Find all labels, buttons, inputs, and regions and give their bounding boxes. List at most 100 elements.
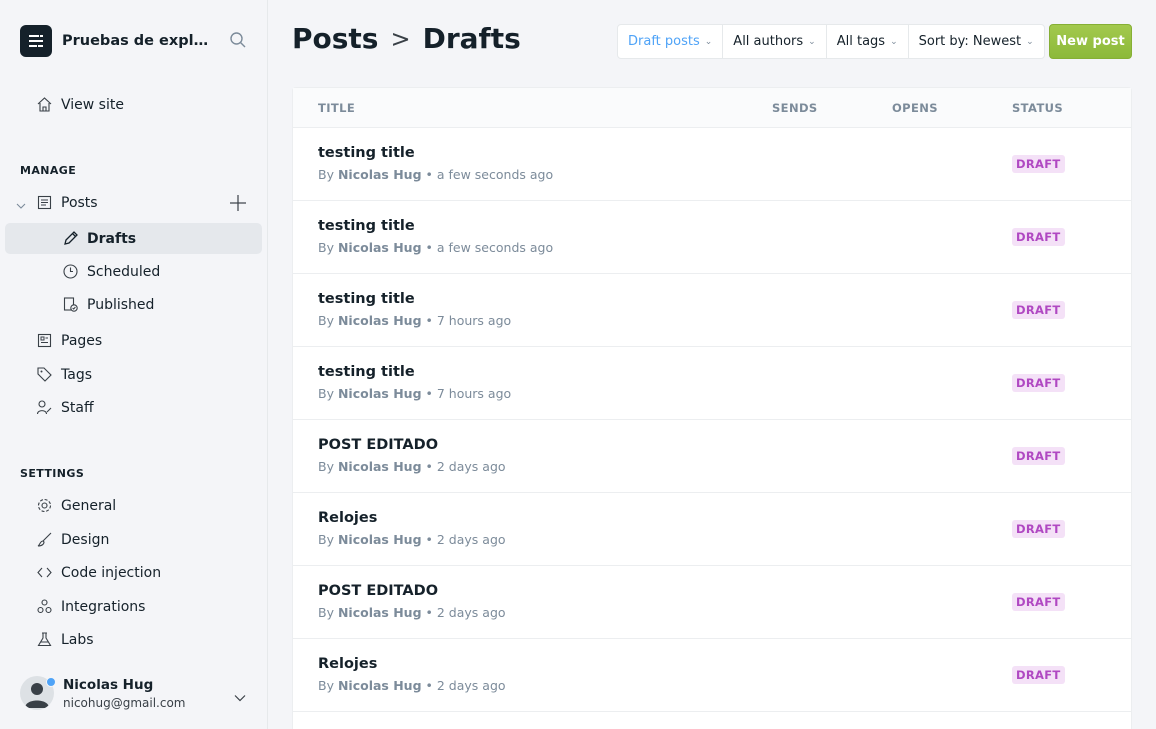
- post-time: • 2 days ago: [425, 459, 506, 474]
- post-author: Nicolas Hug: [337, 313, 422, 328]
- post-author: Nicolas Hug: [337, 532, 422, 547]
- plus-icon[interactable]: [228, 193, 248, 213]
- settings-section-label: SETTINGS: [20, 467, 85, 480]
- clock-icon: [62, 263, 79, 280]
- status-badge: DRAFT: [1012, 155, 1065, 173]
- post-meta: By Nicolas Hug • 7 hours ago: [318, 386, 511, 401]
- sidebar-item-label: Staff: [61, 399, 94, 416]
- post-meta: By Nicolas Hug • 7 hours ago: [318, 313, 511, 328]
- site-logo: [20, 25, 52, 57]
- sidebar-item-label: Posts: [61, 194, 98, 211]
- sort-filter[interactable]: Sort by: Newest ⌄: [909, 25, 1044, 58]
- manage-section-label: MANAGE: [20, 164, 77, 177]
- pencil-icon: [62, 230, 79, 247]
- post-meta: By Nicolas Hug • 2 days ago: [318, 678, 506, 693]
- sidebar-item-drafts[interactable]: Drafts: [5, 223, 262, 254]
- post-author: Nicolas Hug: [337, 167, 422, 182]
- code-icon: [36, 564, 53, 581]
- sidebar-item-labs[interactable]: Labs: [5, 624, 262, 655]
- sidebar-item-code-injection[interactable]: Code injection: [5, 557, 262, 588]
- post-title: POST EDITADO: [318, 583, 439, 599]
- table-row[interactable]: POST EDITADO By Nicolas Hug • 2 days ago…: [293, 420, 1131, 493]
- table-row[interactable]: Relojes By Nicolas Hug • 2 days ago DRAF…: [293, 493, 1131, 566]
- status-badge: DRAFT: [1012, 520, 1065, 538]
- meta-by: By: [318, 532, 334, 547]
- meta-by: By: [318, 167, 334, 182]
- chevron-down-icon: ⌄: [1026, 36, 1034, 47]
- breadcrumb-separator: >: [390, 24, 411, 53]
- sidebar-item-tags[interactable]: Tags: [5, 359, 262, 390]
- staff-icon: [36, 399, 53, 416]
- post-title: POST EDITADO: [318, 437, 439, 453]
- brush-icon: [36, 531, 53, 548]
- status-badge: DRAFT: [1012, 228, 1065, 246]
- page-title: Posts > Drafts: [292, 22, 521, 55]
- chevron-down-icon: ⌄: [704, 36, 713, 47]
- sidebar-item-label: Tags: [61, 366, 92, 383]
- sidebar-item-label: Design: [61, 531, 110, 548]
- meta-by: By: [318, 459, 334, 474]
- tag-filter-label: All tags: [836, 34, 886, 49]
- post-time: • a few seconds ago: [425, 240, 554, 255]
- table-header: TITLE SENDS OPENS STATUS: [293, 88, 1131, 128]
- post-title: testing title: [318, 145, 415, 161]
- post-author: Nicolas Hug: [337, 678, 422, 693]
- sidebar-item-general[interactable]: General: [5, 490, 262, 521]
- table-row[interactable]: testing title By Nicolas Hug • a few sec…: [293, 128, 1131, 201]
- status-badge: DRAFT: [1012, 447, 1065, 465]
- post-meta: By Nicolas Hug • 2 days ago: [318, 459, 506, 474]
- site-name: Pruebas de exploratorias: [62, 33, 214, 49]
- column-sends: SENDS: [772, 101, 818, 115]
- sidebar-item-scheduled[interactable]: Scheduled: [5, 256, 262, 287]
- table-row[interactable]: testing title By Nicolas Hug • 7 hours a…: [293, 274, 1131, 347]
- meta-by: By: [318, 313, 334, 328]
- sidebar-item-posts[interactable]: Posts: [5, 187, 262, 218]
- new-post-button[interactable]: New post: [1049, 24, 1132, 59]
- status-indicator: [46, 677, 56, 687]
- table-row[interactable]: testing title By Nicolas Hug • 7 hours a…: [293, 347, 1131, 420]
- sidebar-item-published[interactable]: Published: [5, 289, 262, 320]
- post-author: Nicolas Hug: [337, 386, 422, 401]
- post-title: testing title: [318, 291, 415, 307]
- sidebar-item-pages[interactable]: Pages: [5, 325, 262, 356]
- breadcrumb-section[interactable]: Posts: [292, 22, 378, 55]
- table-row[interactable]: POST EDITADO By Nicolas Hug • 2 days ago…: [293, 566, 1131, 639]
- meta-by: By: [318, 678, 334, 693]
- table-row[interactable]: Relojes By Nicolas Hug • 2 days ago DRAF…: [293, 639, 1131, 712]
- meta-by: By: [318, 240, 334, 255]
- table-row[interactable]: testing title By Nicolas Hug • a few sec…: [293, 201, 1131, 274]
- sidebar-item-integrations[interactable]: Integrations: [5, 591, 262, 622]
- sidebar-item-design[interactable]: Design: [5, 524, 262, 555]
- published-icon: [62, 296, 79, 313]
- integrations-icon: [36, 598, 53, 615]
- post-title: Relojes: [318, 510, 378, 526]
- post-time: • 2 days ago: [425, 532, 506, 547]
- author-filter[interactable]: All authors ⌄: [723, 25, 827, 58]
- posts-table: TITLE SENDS OPENS STATUS testing title B…: [292, 87, 1132, 729]
- user-email: nicohug@gmail.com: [63, 695, 186, 710]
- tag-filter[interactable]: All tags ⌄: [827, 25, 909, 58]
- sidebar-item-label: Published: [87, 296, 155, 313]
- post-title: testing title: [318, 364, 415, 380]
- post-author: Nicolas Hug: [337, 605, 422, 620]
- chevron-down-icon: ⌄: [808, 36, 816, 47]
- meta-by: By: [318, 386, 334, 401]
- status-badge: DRAFT: [1012, 593, 1065, 611]
- brand[interactable]: Pruebas de exploratorias: [20, 25, 214, 57]
- post-time: • 2 days ago: [425, 605, 506, 620]
- post-meta: By Nicolas Hug • 2 days ago: [318, 532, 506, 547]
- meta-by: By: [318, 605, 334, 620]
- chevron-down-icon: ⌄: [890, 36, 898, 47]
- sidebar-item-view-site[interactable]: View site: [5, 89, 262, 120]
- type-filter-label: Draft posts: [628, 34, 700, 49]
- column-status: STATUS: [1012, 101, 1064, 115]
- chevron-down-icon[interactable]: [233, 690, 247, 704]
- sidebar-item-staff[interactable]: Staff: [5, 392, 262, 423]
- status-badge: DRAFT: [1012, 374, 1065, 392]
- gear-icon: [36, 497, 53, 514]
- post-time: • 2 days ago: [425, 678, 506, 693]
- type-filter[interactable]: Draft posts ⌄: [618, 25, 724, 58]
- sidebar-item-label: Labs: [61, 631, 94, 648]
- filter-bar: Draft posts ⌄ All authors ⌄ All tags ⌄ Sort…: [617, 24, 1045, 59]
- search-icon[interactable]: [229, 31, 247, 49]
